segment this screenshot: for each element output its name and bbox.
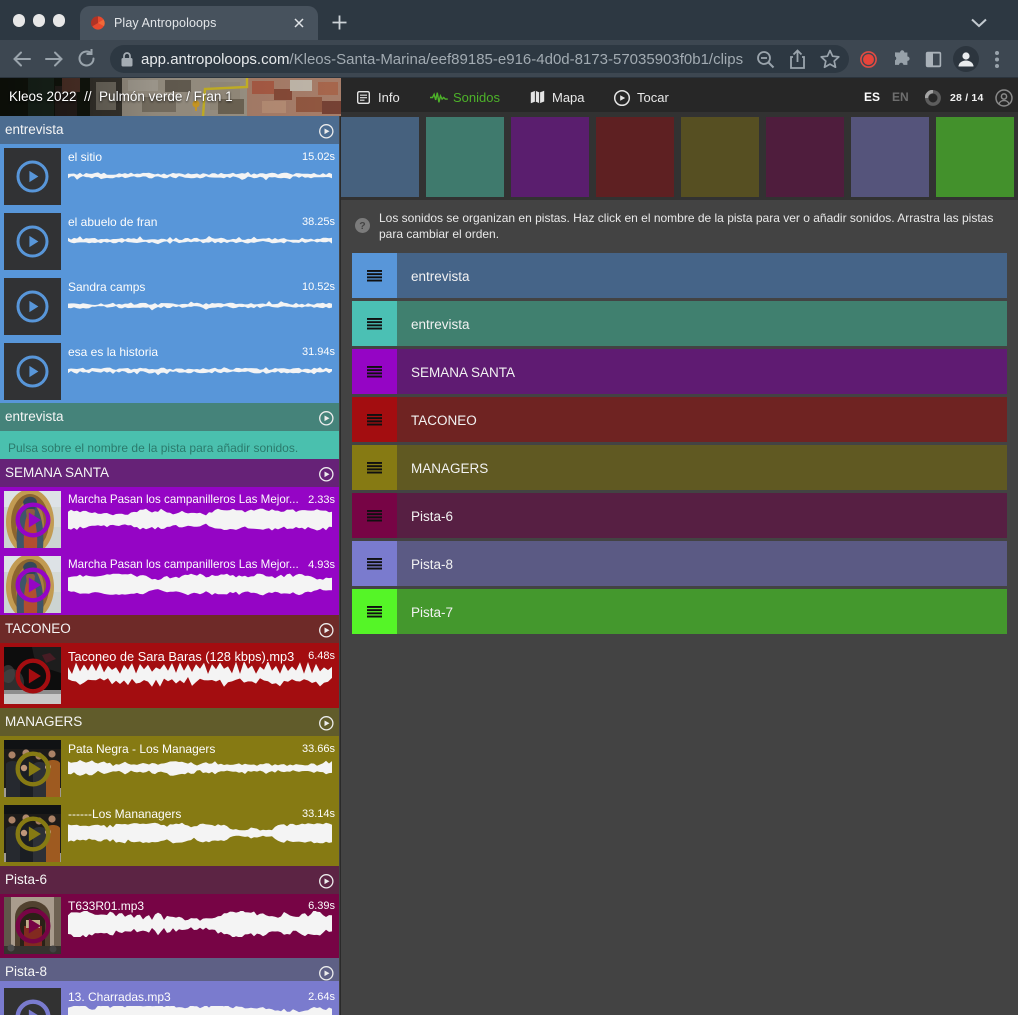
svg-text:?: ? — [359, 220, 365, 232]
